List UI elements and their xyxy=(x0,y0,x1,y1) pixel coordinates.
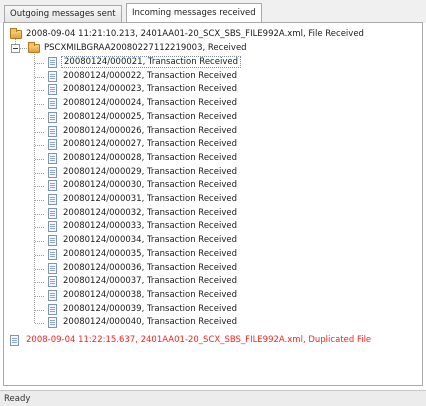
tree-connector xyxy=(35,76,44,78)
transaction-label: 20080124/000036, Transaction Received xyxy=(63,262,237,273)
tree-connector xyxy=(35,158,44,160)
document-icon xyxy=(48,262,57,274)
tree-root-node[interactable]: 2008-09-04 11:21:10.213, 2401AA01-20_SCX… xyxy=(10,28,366,41)
transaction-label: 20080124/000021, Transaction Received xyxy=(61,56,241,68)
transaction-label: 20080124/000032, Transaction Received xyxy=(63,207,237,218)
transaction-label: 20080124/000024, Transaction Received xyxy=(63,98,237,109)
folder-open-icon xyxy=(10,28,22,39)
document-icon xyxy=(48,152,57,164)
transaction-item[interactable]: 20080124/000024, Transaction Received xyxy=(48,97,239,110)
document-icon xyxy=(48,84,57,96)
transaction-item[interactable]: 20080124/000028, Transaction Received xyxy=(48,152,239,165)
tree-error-label: 2008-09-04 11:22:15.637, 2401AA01-20_SCX… xyxy=(26,335,372,345)
transaction-label: 20080124/000038, Transaction Received xyxy=(63,289,237,300)
tree-connector xyxy=(35,227,44,229)
transaction-label: 20080124/000023, Transaction Received xyxy=(63,84,237,95)
transaction-item[interactable]: 20080124/000030, Transaction Received xyxy=(48,179,239,192)
transaction-label: 20080124/000027, Transaction Received xyxy=(63,139,237,150)
status-bar: Ready xyxy=(0,390,426,406)
tab-bar: Outgoing messages sent Incoming messages… xyxy=(0,0,426,23)
document-icon xyxy=(48,125,57,137)
transaction-label: 20080124/000035, Transaction Received xyxy=(63,248,237,259)
transaction-label: 20080124/000026, Transaction Received xyxy=(63,125,237,136)
tree-connector xyxy=(35,63,44,64)
transaction-item[interactable]: 20080124/000021, Transaction Received xyxy=(48,56,241,69)
transaction-label: 20080124/000033, Transaction Received xyxy=(63,221,237,232)
messages-panel: 2008-09-04 11:21:10.213, 2401AA01-20_SCX… xyxy=(3,22,423,386)
document-icon xyxy=(48,221,57,233)
document-icon xyxy=(10,335,19,346)
transaction-item[interactable]: 20080124/000032, Transaction Received xyxy=(48,207,239,220)
document-icon xyxy=(48,180,57,192)
tree-connector xyxy=(35,282,44,284)
tree-connector xyxy=(35,200,44,201)
tree-root-label: 2008-09-04 11:21:10.213, 2401AA01-20_SCX… xyxy=(26,29,364,39)
status-text: Ready xyxy=(4,394,31,404)
tree-child-label: PSCXMILBGRAA20080227112219003, Received xyxy=(44,43,247,53)
document-icon xyxy=(48,194,57,205)
tree-connector xyxy=(35,145,44,147)
transaction-item[interactable]: 20080124/000037, Transaction Received xyxy=(48,275,239,288)
transaction-label: 20080124/000037, Transaction Received xyxy=(63,276,237,287)
transaction-item[interactable]: 20080124/000038, Transaction Received xyxy=(48,289,239,302)
tree-connector xyxy=(35,104,44,106)
transaction-item[interactable]: 20080124/000035, Transaction Received xyxy=(48,248,239,261)
tree-connector xyxy=(35,213,44,215)
document-icon xyxy=(48,98,57,110)
transaction-label: 20080124/000034, Transaction Received xyxy=(63,235,237,246)
document-icon xyxy=(48,57,57,68)
transaction-item[interactable]: 20080124/000023, Transaction Received xyxy=(48,83,239,96)
document-icon xyxy=(48,111,57,123)
transaction-item[interactable]: 20080124/000026, Transaction Received xyxy=(48,125,239,138)
tree-child-node[interactable]: PSCXMILBGRAA20080227112219003, Received xyxy=(28,42,249,55)
tree-error-node[interactable]: 2008-09-04 11:22:15.637, 2401AA01-20_SCX… xyxy=(10,334,373,347)
tree-connector xyxy=(35,268,44,270)
transaction-item[interactable]: 20080124/000040, Transaction Received xyxy=(48,316,239,329)
transaction-item[interactable]: 20080124/000029, Transaction Received xyxy=(48,166,239,179)
folder-open-icon xyxy=(28,42,40,53)
document-icon xyxy=(48,139,57,151)
tree-connector xyxy=(35,241,44,243)
document-icon xyxy=(48,235,57,247)
tree-connector xyxy=(35,172,44,174)
document-icon xyxy=(48,303,57,315)
transaction-item[interactable]: 20080124/000039, Transaction Received xyxy=(48,303,239,316)
transaction-label: 20080124/000022, Transaction Received xyxy=(63,70,237,81)
document-icon xyxy=(48,70,57,82)
tree-connector xyxy=(35,254,44,256)
transaction-label: 20080124/000039, Transaction Received xyxy=(63,303,237,314)
transaction-item[interactable]: 20080124/000033, Transaction Received xyxy=(48,220,239,233)
transaction-item[interactable]: 20080124/000031, Transaction Received xyxy=(48,193,239,206)
tree-connector xyxy=(20,48,27,49)
transaction-item[interactable]: 20080124/000022, Transaction Received xyxy=(48,70,239,83)
transaction-item[interactable]: 20080124/000036, Transaction Received xyxy=(48,262,239,275)
document-icon xyxy=(48,248,57,260)
document-icon xyxy=(48,289,57,301)
transaction-item[interactable]: 20080124/000034, Transaction Received xyxy=(48,234,239,247)
transaction-label: 20080124/000031, Transaction Received xyxy=(63,194,237,204)
transaction-label: 20080124/000025, Transaction Received xyxy=(63,111,237,122)
transaction-item[interactable]: 20080124/000025, Transaction Received xyxy=(48,111,239,124)
tree-connector xyxy=(35,90,44,92)
transaction-label: 20080124/000030, Transaction Received xyxy=(63,180,237,191)
collapse-toggle-icon[interactable] xyxy=(11,44,20,53)
tree-connector xyxy=(35,295,44,297)
tree-connector xyxy=(35,131,44,133)
transaction-item[interactable]: 20080124/000027, Transaction Received xyxy=(48,138,239,151)
transaction-label: 20080124/000028, Transaction Received xyxy=(63,152,237,163)
tree-connector xyxy=(35,309,44,311)
tree-connector xyxy=(35,117,44,119)
message-tree[interactable]: 2008-09-04 11:21:10.213, 2401AA01-20_SCX… xyxy=(4,23,422,385)
tab-outgoing-messages[interactable]: Outgoing messages sent xyxy=(4,5,122,23)
tree-connector xyxy=(35,186,44,188)
transaction-label: 20080124/000029, Transaction Received xyxy=(63,166,237,177)
tree-connector xyxy=(35,323,44,325)
transaction-label: 20080124/000040, Transaction Received xyxy=(63,317,237,328)
document-icon xyxy=(48,276,57,288)
document-icon xyxy=(48,317,57,329)
document-icon xyxy=(48,166,57,178)
tab-incoming-messages[interactable]: Incoming messages received xyxy=(126,3,262,23)
document-icon xyxy=(48,207,57,219)
